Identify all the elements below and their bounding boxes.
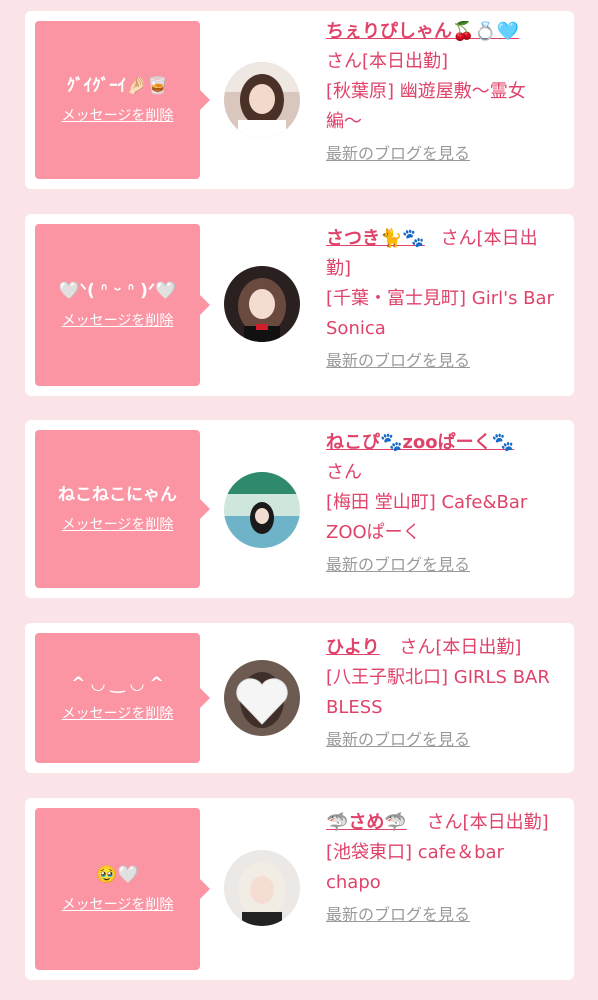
message-bubble: ^ ◡ ‿ ◡ ^ メッセージを削除 — [35, 633, 210, 763]
girl-name-link[interactable]: ひより — [326, 637, 380, 658]
avatar[interactable] — [224, 266, 300, 342]
attendance-status: さん[本日出勤] — [326, 51, 449, 72]
latest-blog-link[interactable]: 最新のブログを見る — [326, 900, 561, 930]
girl-info: ひより さん[本日出勤] [八王子駅北口] GIRLS BAR BLESS 最新… — [326, 633, 561, 755]
favorite-card: ねこねこにゃん メッセージを削除 ねこぴ🐾zooぱーく🐾 さん [梅田 堂山町]… — [25, 420, 574, 598]
avatar[interactable] — [224, 62, 300, 138]
message-text: ねこねこにゃん — [58, 485, 177, 505]
message-bubble: 🥹🤍 メッセージを削除 — [35, 808, 210, 970]
avatar[interactable] — [224, 472, 300, 548]
latest-blog-link[interactable]: 最新のブログを見る — [326, 139, 561, 169]
girl-info: ねこぴ🐾zooぱーく🐾 さん [梅田 堂山町] Cafe&Bar ZOOぱーく … — [326, 428, 561, 580]
avatar[interactable] — [224, 850, 300, 926]
favorite-card: 🥹🤍 メッセージを削除 🦈さめ🦈 さん[本日出勤] [池袋東口] cafe＆ba… — [25, 798, 574, 980]
message-text: 🥹🤍 — [96, 865, 139, 885]
girl-name-link[interactable]: ちぇりぴしゃん🍒💍🩵 — [326, 21, 519, 42]
girl-info: 🦈さめ🦈 さん[本日出勤] [池袋東口] cafe＆bar chapo 最新のブ… — [326, 808, 561, 930]
shop-name: [千葉・富士見町] Girl's Bar Sonica — [326, 288, 554, 339]
delete-message-link[interactable]: メッセージを削除 — [62, 310, 174, 330]
delete-message-link[interactable]: メッセージを削除 — [62, 105, 174, 125]
latest-blog-link[interactable]: 最新のブログを見る — [326, 550, 561, 580]
message-text: 🤍ᐠ( ᐢ ᵕ ᐢ )ᐟ🤍 — [58, 281, 177, 301]
shop-name: [秋葉原] 幽遊屋敷〜霊女編〜 — [326, 81, 526, 132]
shop-name: [池袋東口] cafe＆bar chapo — [326, 842, 504, 893]
delete-message-link[interactable]: メッセージを削除 — [62, 894, 174, 914]
message-bubble: 🤍ᐠ( ᐢ ᵕ ᐢ )ᐟ🤍 メッセージを削除 — [35, 224, 210, 386]
delete-message-link[interactable]: メッセージを削除 — [62, 703, 174, 723]
delete-message-link[interactable]: メッセージを削除 — [62, 514, 174, 534]
message-text: ^ ◡ ‿ ◡ ^ — [71, 674, 164, 694]
attendance-status: さん — [326, 462, 362, 483]
attendance-status: さん[本日出勤] — [426, 812, 549, 833]
favorite-card: ^ ◡ ‿ ◡ ^ メッセージを削除 ひより さん[本日出勤] [八王子駅北口]… — [25, 623, 574, 773]
shop-name: [八王子駅北口] GIRLS BAR BLESS — [326, 667, 550, 718]
avatar[interactable] — [224, 660, 300, 736]
latest-blog-link[interactable]: 最新のブログを見る — [326, 346, 561, 376]
message-text: ｸﾞｲｸﾞｰｲ🤌🏻🥃 — [66, 76, 169, 96]
girl-name-link[interactable]: ねこぴ🐾zooぱーく🐾 — [326, 432, 514, 453]
attendance-status: さん[本日出勤] — [399, 637, 522, 658]
shop-name: [梅田 堂山町] Cafe&Bar ZOOぱーく — [326, 492, 528, 543]
favorite-card: 🤍ᐠ( ᐢ ᵕ ᐢ )ᐟ🤍 メッセージを削除 さつき🐈🐾 さん[本日出勤] [千… — [25, 214, 574, 396]
girl-name-link[interactable]: さつき🐈🐾 — [326, 228, 425, 249]
girl-info: ちぇりぴしゃん🍒💍🩵 さん[本日出勤] [秋葉原] 幽遊屋敷〜霊女編〜 最新のブ… — [326, 17, 561, 169]
girl-name-link[interactable]: 🦈さめ🦈 — [326, 812, 407, 833]
latest-blog-link[interactable]: 最新のブログを見る — [326, 725, 561, 755]
favorite-card: ｸﾞｲｸﾞｰｲ🤌🏻🥃 メッセージを削除 ちぇりぴしゃん🍒💍🩵 さん[本日出勤] … — [25, 11, 574, 189]
message-bubble: ｸﾞｲｸﾞｰｲ🤌🏻🥃 メッセージを削除 — [35, 21, 210, 179]
girl-info: さつき🐈🐾 さん[本日出勤] [千葉・富士見町] Girl's Bar Soni… — [326, 224, 561, 376]
message-bubble: ねこねこにゃん メッセージを削除 — [35, 430, 210, 588]
